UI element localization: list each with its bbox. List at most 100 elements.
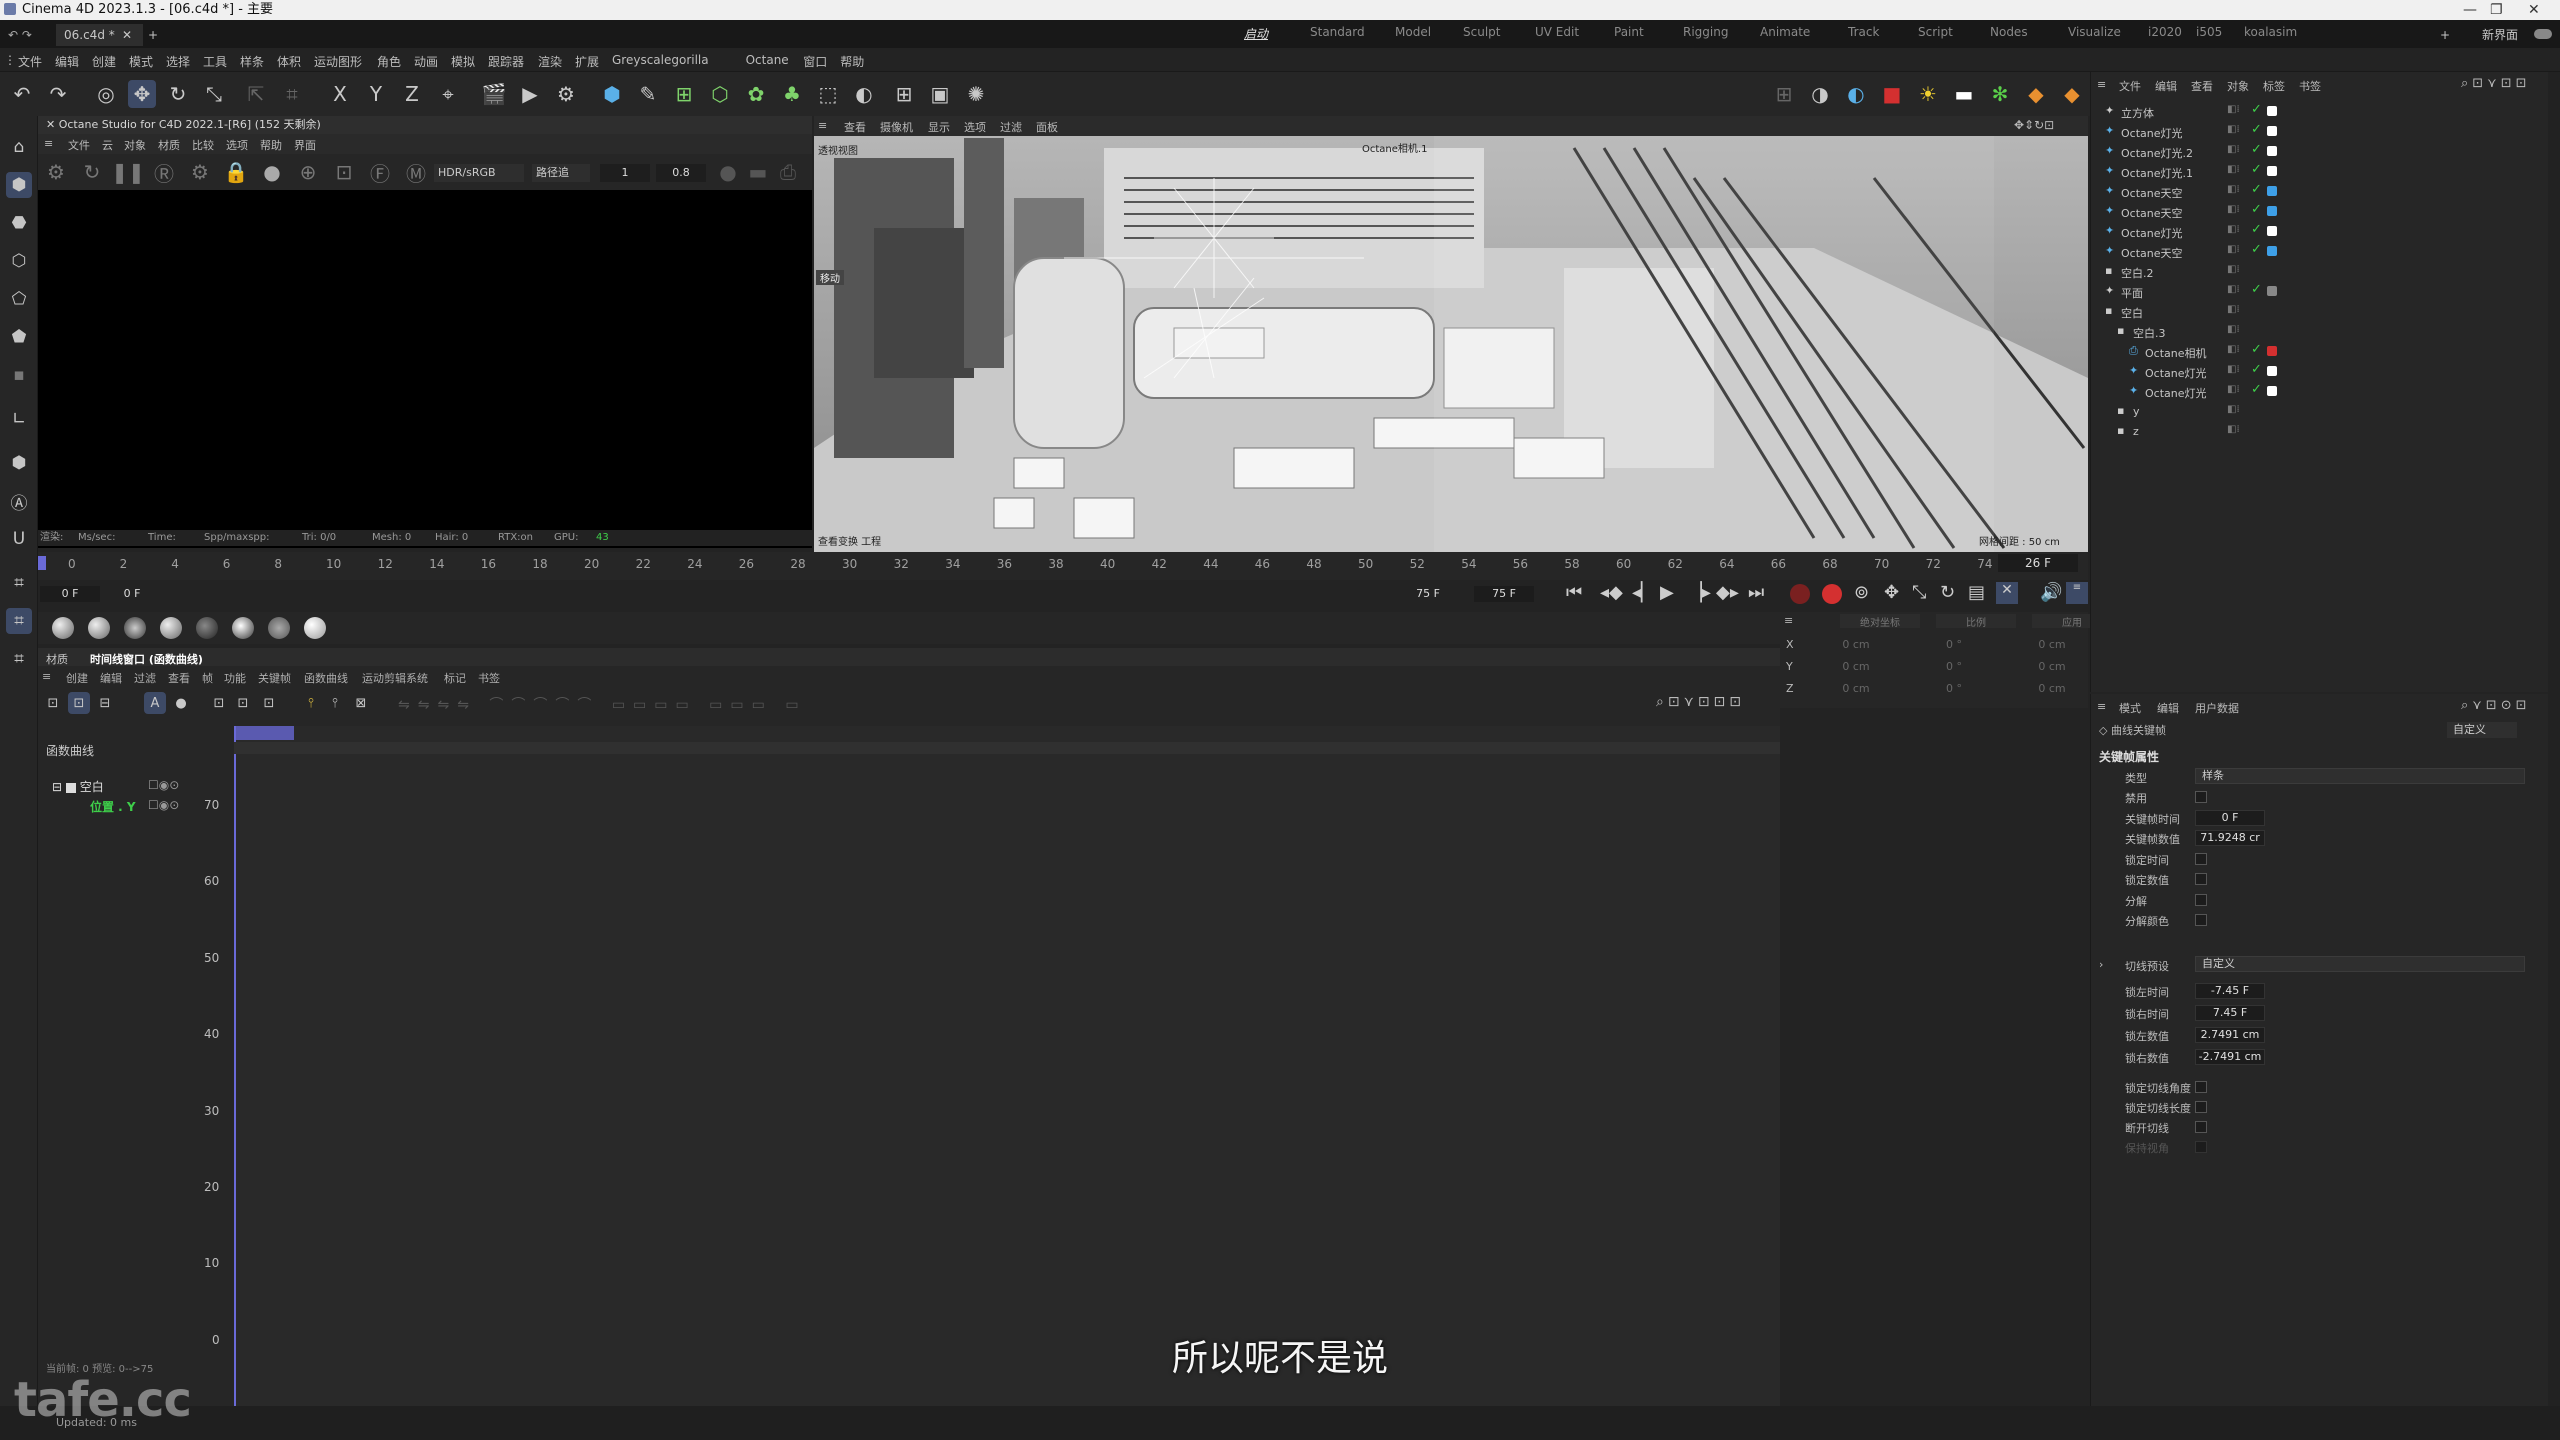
coord-field[interactable]: 0 cm <box>1816 660 1896 673</box>
workplane-icon[interactable]: ⌗ <box>6 570 32 596</box>
octane-kernel-dropdown[interactable]: 路径追 <box>532 164 590 182</box>
visibility-dots-icon[interactable]: ◧⁞ <box>2227 144 2240 155</box>
octane-lock-icon[interactable]: 🔒 <box>222 158 250 186</box>
object-row[interactable]: ▪ z ◧⁞ <box>2091 422 2531 442</box>
viewport-menu-item[interactable]: 显示 <box>928 119 950 135</box>
dopesheet-icon[interactable]: ⊡ <box>42 692 64 714</box>
timeline-tab[interactable]: 材质 <box>46 651 68 667</box>
attr-checkbox[interactable] <box>2195 893 2207 906</box>
cloner-icon[interactable]: ⬡ <box>706 80 734 108</box>
tangent-option-checkbox[interactable] <box>2195 1141 2207 1153</box>
enabled-check-icon[interactable]: ✓ <box>2251 362 2262 377</box>
sphere-mode-icon[interactable]: ● <box>170 692 192 714</box>
object-tag-icon[interactable] <box>2267 166 2277 176</box>
octane-value-1[interactable]: 1 <box>600 164 650 182</box>
greyscale-tool-icon[interactable]: ◆ <box>2022 80 2050 108</box>
goto-start-icon[interactable]: ⏮ <box>1566 582 1582 603</box>
timeline-menu-item[interactable]: 帧 <box>202 670 213 686</box>
octane-menu-item[interactable]: 文件 <box>68 137 90 153</box>
undo-icon[interactable]: ↶ <box>8 80 36 108</box>
octane-film-icon[interactable]: ▬ <box>744 158 772 186</box>
key-delete-icon[interactable]: ⊠ <box>350 692 372 714</box>
visibility-dots-icon[interactable]: ◧⁞ <box>2227 364 2240 375</box>
viewport-nav-icons[interactable]: ✥⇕↻⊡ <box>2014 118 2054 132</box>
octane-menu-item[interactable]: 云 <box>102 137 113 153</box>
layout-tab[interactable]: i2020 <box>2148 25 2182 39</box>
octane-menu-item[interactable]: 帮助 <box>260 137 282 153</box>
autokey-icon[interactable] <box>1822 584 1842 604</box>
grid-icon[interactable]: ⊞ <box>890 80 918 108</box>
fcurve-mode-icon[interactable]: ⊡ <box>68 692 90 714</box>
octane-send-icon[interactable]: ⚙ <box>42 158 70 186</box>
menu-item[interactable]: 窗口 <box>803 53 827 70</box>
layout-tab[interactable]: Track <box>1848 25 1879 39</box>
keyframe-selection-icon[interactable]: ⊚ <box>1854 582 1869 603</box>
scale-icon[interactable]: ⤡ <box>200 80 228 108</box>
visibility-dots-icon[interactable]: ◧⁞ <box>2227 244 2240 255</box>
octane-menu-item[interactable]: 界面 <box>294 137 316 153</box>
object-row[interactable]: ✦ 平面 ◧⁞ ✓ <box>2091 282 2531 302</box>
transform-icon[interactable]: ⇱ <box>242 80 270 108</box>
coord-field[interactable]: 0 cm <box>1816 682 1896 695</box>
coord-field[interactable]: 0 ° <box>1914 660 1994 673</box>
layout-tab[interactable]: i505 <box>2196 25 2222 39</box>
layout-tab[interactable]: Standard <box>1310 25 1365 39</box>
octane-menu-item[interactable]: 比较 <box>192 137 214 153</box>
object-row[interactable]: ✦ 立方体 ◧⁞ ✓ <box>2091 102 2531 122</box>
interpolation-tools[interactable]: ⇋⇋⇋⇋ ⌒⌒⌒⌒⌒ ▭▭▭▭ ▭▭▭ ▭ <box>398 694 958 713</box>
visibility-dots-icon[interactable]: ◧⁞ <box>2227 164 2240 175</box>
object-row[interactable]: ▪ y ◧⁞ <box>2091 402 2531 422</box>
axis-mode-icon[interactable]: ∟ <box>6 406 32 432</box>
visibility-dots-icon[interactable]: ◧⁞ <box>2227 284 2240 295</box>
key-rotation-icon[interactable]: ↻ <box>1940 582 1955 603</box>
coord-field[interactable]: 0 ° <box>1914 682 1994 695</box>
key-insert-icon[interactable]: ⫯ <box>324 692 346 714</box>
menu-item[interactable]: 选择 <box>166 53 190 70</box>
motion-mode-icon[interactable]: ⊟ <box>94 692 116 714</box>
end-frame-field[interactable]: 75 F <box>1474 586 1534 602</box>
timeline-menu-item[interactable]: 编辑 <box>100 670 122 686</box>
object-menu-item[interactable]: 查看 <box>2191 78 2213 94</box>
model-mode-icon[interactable]: ⌂ <box>6 134 32 160</box>
material-ball[interactable] <box>304 617 326 639</box>
octane-pause-icon[interactable]: ❚❚ <box>111 158 145 186</box>
timeline-menu-item[interactable]: 创建 <box>66 670 88 686</box>
close-tab-icon[interactable]: ✕ <box>122 24 132 46</box>
coord-field[interactable]: 0 cm <box>1816 638 1896 651</box>
layout-tab[interactable]: Rigging <box>1683 25 1728 39</box>
layout-tab[interactable]: Sculpt <box>1463 25 1500 39</box>
tweak-icon[interactable]: Ⓐ <box>6 488 32 514</box>
object-row[interactable]: ▪ 空白.2 ◧⁞ <box>2091 262 2531 282</box>
start-frame-field[interactable]: 0 F <box>40 586 100 602</box>
interp-dropdown[interactable]: 自定义 <box>2195 956 2525 972</box>
menu-item[interactable]: Octane <box>746 53 789 67</box>
menu-item[interactable]: 创建 <box>92 53 116 70</box>
material-ball[interactable] <box>160 617 182 639</box>
object-tag-icon[interactable] <box>2267 246 2277 256</box>
move-icon[interactable]: ✥ <box>128 80 156 108</box>
octane-pick-icon[interactable]: ⊡ <box>330 158 358 186</box>
timeline-menu-item[interactable]: 功能 <box>224 670 246 686</box>
tangent-field[interactable]: 7.45 F <box>2195 1005 2265 1021</box>
object-row[interactable]: ✦ Octane灯光 ◧⁞ ✓ <box>2091 122 2531 142</box>
octane-grid-icon[interactable]: ⊞ <box>1770 80 1798 108</box>
octane-settings-icon[interactable]: ⚙ <box>186 158 214 186</box>
close-icon[interactable]: ✕ <box>2528 0 2540 20</box>
material-ball[interactable] <box>268 617 290 639</box>
menu-item[interactable]: 体积 <box>277 53 301 70</box>
layout-tab[interactable]: UV Edit <box>1535 25 1579 39</box>
texture-mode-icon[interactable]: ⬣ <box>6 210 32 236</box>
object-tag-icon[interactable] <box>2267 366 2277 376</box>
menu-item[interactable]: 模拟 <box>451 53 475 70</box>
playhead[interactable] <box>38 556 46 570</box>
octane-sun-icon[interactable]: ☀ <box>1914 80 1942 108</box>
octane-value-2[interactable]: 0.8 <box>656 164 706 182</box>
key-pla-icon[interactable]: ✕ <box>1996 582 2018 604</box>
generator-icon[interactable]: ⊞ <box>670 80 698 108</box>
object-tag-icon[interactable] <box>2267 386 2277 396</box>
menu-item[interactable]: 编辑 <box>55 53 79 70</box>
menu-item[interactable]: 文件 <box>18 53 42 70</box>
menu-item[interactable]: 动画 <box>414 53 438 70</box>
material-ball[interactable] <box>196 617 218 639</box>
current-frame-field[interactable]: 26 F <box>1998 554 2078 572</box>
